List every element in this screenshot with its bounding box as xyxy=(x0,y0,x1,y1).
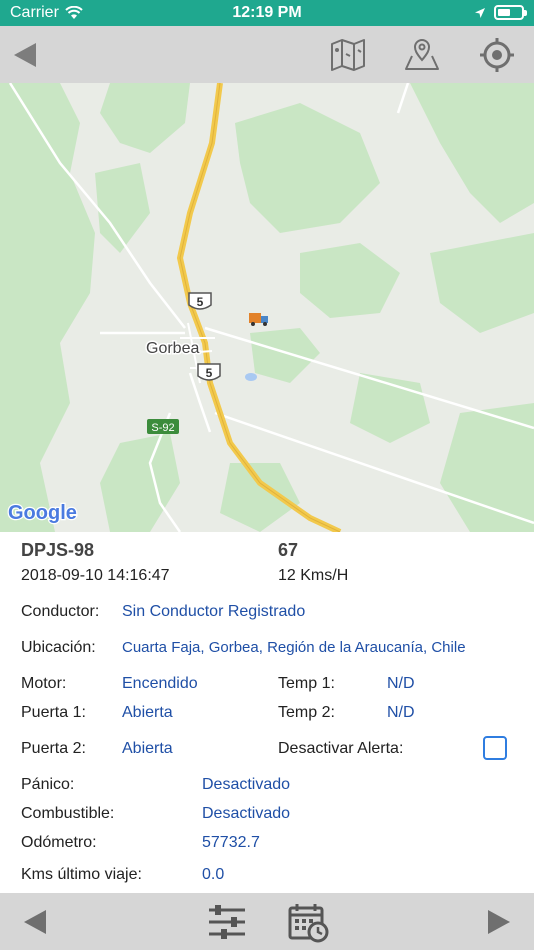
vehicle-plate: DPJS-98 xyxy=(21,540,95,560)
history-calendar-button[interactable] xyxy=(284,893,332,950)
google-logo: Google xyxy=(8,502,77,524)
combustible-value: Desactivado xyxy=(202,805,291,822)
truck-marker-icon[interactable] xyxy=(249,313,268,326)
odometro-value: 57732.7 xyxy=(202,834,260,851)
temp1-value: N/D xyxy=(387,675,415,692)
odometro-label: Odómetro: xyxy=(21,834,97,851)
vegetation-areas xyxy=(0,83,534,532)
battery-icon xyxy=(494,5,527,20)
vehicle-number: 67 xyxy=(278,540,299,560)
kms-ultimo-viaje-value: 0.0 xyxy=(202,866,225,883)
sliders-icon xyxy=(209,904,245,939)
motor-value: Encendido xyxy=(122,675,198,692)
temp2-label: Temp 2: xyxy=(278,704,335,721)
kms-ultimo-viaje-label: Kms último viaje: xyxy=(21,866,142,883)
map-view-button[interactable] xyxy=(326,26,370,83)
conductor-label: Conductor: xyxy=(21,603,100,620)
filters-button[interactable] xyxy=(204,893,250,950)
status-bar: Carrier 12:19 PM xyxy=(0,0,534,26)
town-label: Gorbea xyxy=(146,340,199,357)
svg-text:5: 5 xyxy=(206,366,213,380)
temp1-label: Temp 1: xyxy=(278,675,335,692)
svg-text:S-92: S-92 xyxy=(151,422,174,434)
map-icon xyxy=(331,38,365,71)
map-pin-icon xyxy=(405,38,439,70)
route-s92-shield: S-92 xyxy=(147,419,179,434)
bottom-toolbar xyxy=(0,893,534,950)
triangle-right-icon xyxy=(488,909,510,934)
map-canvas: 5 5 S-92 Gorbea Google xyxy=(0,83,534,532)
pond xyxy=(245,373,257,381)
triangle-left-icon xyxy=(24,909,46,934)
puerta1-label: Puerta 1: xyxy=(21,704,86,721)
map-view[interactable]: 5 5 S-92 Gorbea Google xyxy=(0,83,534,532)
svg-text:5: 5 xyxy=(197,295,204,309)
panico-label: Pánico: xyxy=(21,776,75,793)
location-arrow-icon xyxy=(475,7,485,18)
top-toolbar xyxy=(0,26,534,83)
combustible-label: Combustible: xyxy=(21,805,115,822)
report-datetime: 2018-09-10 14:16:47 xyxy=(21,567,170,584)
puerta2-value: Abierta xyxy=(122,740,173,757)
previous-button[interactable] xyxy=(12,893,58,950)
next-button[interactable] xyxy=(476,893,522,950)
ubicacion-label: Ubicación: xyxy=(21,639,96,656)
desactivar-alerta-checkbox[interactable] xyxy=(483,736,507,760)
calendar-clock-icon xyxy=(288,903,329,942)
puerta2-label: Puerta 2: xyxy=(21,740,86,757)
battery-level xyxy=(498,9,510,16)
vehicle-details-panel: DPJS-98 67 2018-09-10 14:16:47 12 Kms/H … xyxy=(0,532,534,893)
status-time: 12:19 PM xyxy=(232,4,302,21)
crosshair-locate-icon xyxy=(480,37,514,72)
motor-label: Motor: xyxy=(21,675,67,692)
route-5-shield-north: 5 xyxy=(188,292,212,310)
map-pin-button[interactable] xyxy=(400,26,444,83)
desactivar-alerta-label: Desactivar Alerta: xyxy=(278,740,404,757)
conductor-value: Sin Conductor Registrado xyxy=(122,603,306,620)
route-5-shield-south: 5 xyxy=(197,363,221,381)
triangle-left-icon xyxy=(14,42,36,67)
locate-me-button[interactable] xyxy=(474,26,520,83)
panico-value: Desactivado xyxy=(202,776,291,793)
ubicacion-value: Cuarta Faja, Gorbea, Región de la Arauca… xyxy=(122,639,466,656)
back-button[interactable] xyxy=(0,26,50,83)
puerta1-value: Abierta xyxy=(122,704,173,721)
temp2-value: N/D xyxy=(387,704,415,721)
vehicle-speed: 12 Kms/H xyxy=(278,567,349,584)
